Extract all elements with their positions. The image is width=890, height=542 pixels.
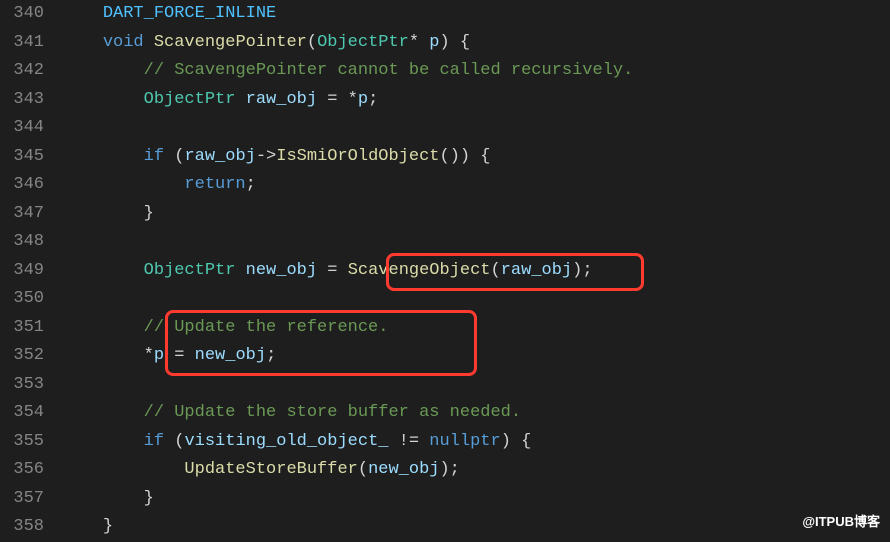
token: ; [368,90,378,109]
token: nullptr [429,432,500,451]
code-line[interactable] [62,285,890,314]
code-area[interactable]: DART_FORCE_INLINE void ScavengePointer(O… [62,0,890,542]
code-line[interactable] [62,371,890,400]
token: // Update the store buffer as needed. [144,403,521,422]
code-line[interactable]: ObjectPtr new_obj = ScavengeObject(raw_o… [62,257,890,286]
token: ObjectPtr [144,90,236,109]
token: ObjectPtr [144,261,236,280]
token: p [429,33,439,52]
token: } [144,204,154,223]
token: ); [572,261,592,280]
code-line[interactable]: // Update the store buffer as needed. [62,399,890,428]
token: != [388,432,429,451]
code-line[interactable] [62,228,890,257]
line-number: 356 [0,456,44,485]
token [235,90,245,109]
token: new_obj [368,460,439,479]
code-editor[interactable]: 3403413423433443453463473483493503513523… [0,0,890,542]
token: -> [256,147,276,166]
token: new_obj [195,346,266,365]
token: ( [307,33,317,52]
line-number: 354 [0,399,44,428]
token: ( [491,261,501,280]
token: raw_obj [246,90,317,109]
code-line[interactable]: // Update the reference. [62,314,890,343]
token: * [409,33,429,52]
line-number: 348 [0,228,44,257]
code-line[interactable]: *p = new_obj; [62,342,890,371]
token: ObjectPtr [317,33,409,52]
token: = [164,346,195,365]
line-number: 345 [0,143,44,172]
token: ); [439,460,459,479]
code-line[interactable]: return; [62,171,890,200]
code-line[interactable]: } [62,513,890,542]
token: return [184,175,245,194]
token: ( [358,460,368,479]
line-number: 349 [0,257,44,286]
token: new_obj [246,261,317,280]
line-number: 343 [0,86,44,115]
line-number: 351 [0,314,44,343]
watermark: @ITPUB博客 [802,508,880,537]
token: DART_FORCE_INLINE [103,4,276,23]
code-line[interactable]: if (raw_obj->IsSmiOrOldObject()) { [62,143,890,172]
line-gutter: 3403413423433443453463473483493503513523… [0,0,62,542]
code-line[interactable]: if (visiting_old_object_ != nullptr) { [62,428,890,457]
line-number: 350 [0,285,44,314]
token: ) { [440,33,471,52]
token: } [103,517,113,536]
line-number: 344 [0,114,44,143]
token: ()) { [440,147,491,166]
line-number: 340 [0,0,44,29]
token: if [144,147,164,166]
token: * [144,346,154,365]
token: p [358,90,368,109]
token: raw_obj [184,147,255,166]
token: IsSmiOrOldObject [276,147,439,166]
token: visiting_old_object_ [184,432,388,451]
token: ) { [501,432,532,451]
line-number: 357 [0,485,44,514]
token: ; [246,175,256,194]
token: raw_obj [501,261,572,280]
code-line[interactable]: DART_FORCE_INLINE [62,0,890,29]
line-number: 355 [0,428,44,457]
token [235,261,245,280]
token: } [144,489,154,508]
token: = * [317,90,358,109]
line-number: 347 [0,200,44,229]
line-number: 352 [0,342,44,371]
code-line[interactable] [62,114,890,143]
token: void [103,33,144,52]
line-number: 346 [0,171,44,200]
line-number: 358 [0,513,44,542]
token: ( [164,147,184,166]
code-line[interactable]: void ScavengePointer(ObjectPtr* p) { [62,29,890,58]
code-line[interactable]: } [62,200,890,229]
token: ; [266,346,276,365]
token [144,33,154,52]
token: if [144,432,164,451]
line-number: 342 [0,57,44,86]
token: // ScavengePointer cannot be called recu… [144,61,634,80]
token: UpdateStoreBuffer [184,460,357,479]
token: = [317,261,348,280]
token: ScavengePointer [154,33,307,52]
code-line[interactable]: // ScavengePointer cannot be called recu… [62,57,890,86]
line-number: 353 [0,371,44,400]
code-line[interactable]: } [62,485,890,514]
token: ( [164,432,184,451]
code-line[interactable]: UpdateStoreBuffer(new_obj); [62,456,890,485]
token: // Update the reference. [144,318,389,337]
line-number: 341 [0,29,44,58]
token: p [154,346,164,365]
code-line[interactable]: ObjectPtr raw_obj = *p; [62,86,890,115]
token: ScavengeObject [348,261,491,280]
